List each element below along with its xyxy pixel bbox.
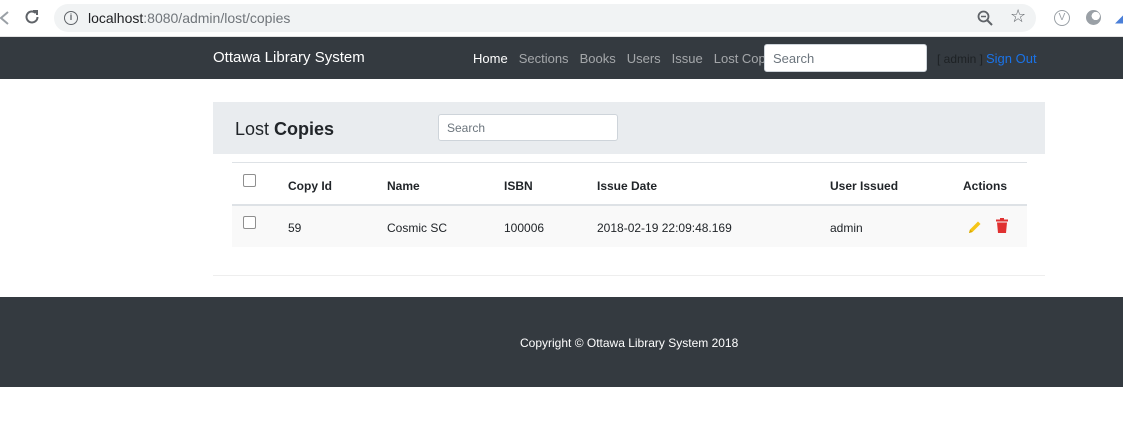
url-text[interactable]: localhost:8080/admin/lost/copies (88, 10, 290, 26)
cell-copy-id: 59 (288, 221, 302, 235)
nav-link-users[interactable]: Users (627, 51, 661, 67)
nav-link-books[interactable]: Books (580, 51, 616, 67)
nav-link-home[interactable]: Home (473, 51, 508, 67)
navbar: Ottawa Library System Home Sections Book… (0, 37, 1123, 79)
extension-icon[interactable]: V (1054, 10, 1070, 26)
reload-icon[interactable] (22, 8, 42, 28)
brand[interactable]: Ottawa Library System (213, 49, 365, 67)
edit-pencil-icon[interactable] (967, 219, 983, 235)
footer: Copyright © Ottawa Library System 2018 (0, 297, 1123, 387)
header-isbn[interactable]: ISBN (504, 179, 533, 193)
cell-isbn: 100006 (504, 221, 545, 235)
navbar-search-input[interactable] (764, 44, 927, 72)
header-name[interactable]: Name (387, 179, 420, 193)
header-actions: Actions (963, 179, 1008, 193)
info-icon[interactable]: i (64, 11, 78, 25)
back-arrow-icon[interactable] (0, 8, 12, 28)
extension-icon[interactable] (1086, 10, 1101, 25)
nav-links: Home Sections Books Users Issue Lost Cop… (473, 51, 782, 67)
select-all-checkbox[interactable] (243, 174, 256, 187)
table-header-row: Copy Id Name ISBN Issue Date User Issued… (232, 163, 1027, 206)
star-icon[interactable]: ☆ (1010, 7, 1026, 27)
trash-icon[interactable] (996, 218, 1008, 233)
table-search-input[interactable] (438, 114, 618, 141)
cell-user-issued: admin (830, 221, 863, 235)
page-title-copies: Copies (274, 119, 335, 139)
page-title-lost: Lost (235, 119, 270, 139)
current-user-label: [ admin ] (937, 52, 984, 66)
extension-icon[interactable]: ◢ (1115, 12, 1123, 24)
browser-toolbar: i localhost:8080/admin/lost/copies ☆ V ◢ (0, 0, 1123, 37)
header-issue-date[interactable]: Issue Date (597, 179, 657, 193)
page-header: Lost Copies (213, 102, 1045, 154)
page-title: Lost Copies (235, 118, 334, 140)
sign-out-link[interactable]: Sign Out (986, 51, 1037, 67)
url-path: :8080/admin/lost/copies (143, 10, 291, 26)
url-host: localhost (88, 10, 144, 26)
header-copy-id[interactable]: Copy Id (288, 179, 332, 193)
nav-link-issue[interactable]: Issue (672, 51, 703, 67)
nav-link-sections[interactable]: Sections (519, 51, 569, 67)
footer-copyright: Copyright © Ottawa Library System 2018 (520, 336, 739, 350)
cell-name: Cosmic SC (387, 221, 448, 235)
zoom-icon[interactable] (976, 9, 994, 27)
address-bar[interactable]: i localhost:8080/admin/lost/copies ☆ (54, 4, 1036, 32)
table-row[interactable]: 59 Cosmic SC 100006 2018-02-19 22:09:48.… (232, 206, 1027, 247)
row-select-checkbox[interactable] (243, 216, 256, 229)
content-divider (213, 275, 1045, 276)
cell-issue-date: 2018-02-19 22:09:48.169 (597, 221, 732, 235)
header-user-issued[interactable]: User Issued (830, 179, 898, 193)
